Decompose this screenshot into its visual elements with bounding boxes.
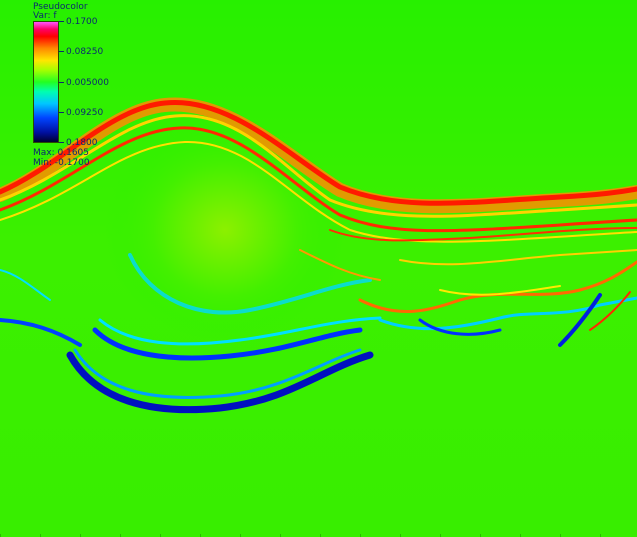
legend-tick — [59, 21, 64, 22]
legend-tick — [59, 51, 64, 52]
legend-tick-label: 0.1700 — [66, 17, 98, 27]
legend-min: Min: -0.1700 — [33, 158, 90, 168]
legend-tick-label: 0.005000 — [66, 78, 109, 88]
legend-tick — [59, 112, 64, 113]
legend-tick-label: 0.09250 — [66, 108, 104, 118]
legend-tick — [59, 82, 64, 83]
legend-tick-label: 0.1800 — [66, 138, 98, 148]
legend-tick-label: 0.08250 — [66, 47, 104, 57]
color-legend: Pseudocolor Var: f 0.1700 0.08250 0.0050… — [0, 0, 140, 175]
legend-tick — [59, 142, 64, 143]
legend-max: Max: 0.1605 — [33, 148, 89, 158]
legend-variable: Var: f — [33, 11, 57, 21]
vortex-core — [105, 120, 345, 340]
color-bar — [33, 21, 59, 143]
